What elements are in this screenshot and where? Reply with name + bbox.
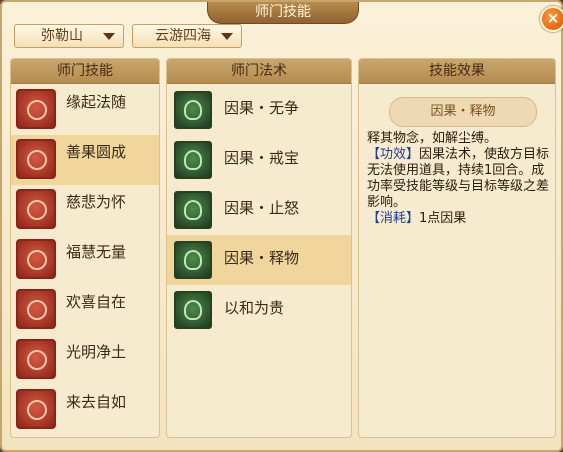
chevron-down-icon (103, 33, 115, 40)
spell-label: 因果・无争 (224, 99, 300, 117)
chevron-down-icon (221, 33, 233, 40)
spell-label: 因果・释物 (224, 249, 300, 267)
spell-item[interactable]: 因果・无争 (167, 85, 351, 135)
mountain-dropdown[interactable]: 弥勒山 (14, 24, 124, 48)
skill-icon (16, 239, 56, 279)
spell-icon (174, 291, 212, 329)
skill-label: 欢喜自在 (66, 293, 127, 311)
skill-item-selected[interactable]: 善果圆成 (11, 135, 159, 185)
spell-icon (174, 191, 212, 229)
spell-item[interactable]: 因果・戒宝 (167, 135, 351, 185)
spell-label: 因果・戒宝 (224, 149, 300, 167)
skill-icon (16, 89, 56, 129)
skill-item[interactable]: 来去自如 (11, 385, 159, 435)
skill-label: 缘起法随 (66, 93, 127, 111)
spell-icon (174, 91, 212, 129)
window-title: 师门技能 (207, 2, 359, 24)
spell-item[interactable]: 以和为贵 (167, 285, 351, 335)
skill-icon (16, 189, 56, 229)
close-button[interactable]: × (540, 6, 563, 32)
skill-icon (16, 389, 56, 429)
skill-item[interactable]: 光明净土 (11, 335, 159, 385)
skill-window: 师门技能 × 弥勒山 云游四海 师门技能 缘起法随 善果圆成 慈悲为怀 福慧无量 (0, 0, 563, 452)
spell-icon (174, 241, 212, 279)
spell-icon (174, 141, 212, 179)
skill-icon (16, 139, 56, 179)
spell-item-selected[interactable]: 因果・释物 (167, 235, 351, 285)
school-spells-header: 师门法术 (167, 59, 351, 84)
effect-function: 【功效】因果法术，使敌方目标无法使用道具，持续1回合。成功率受技能等级与目标等级… (367, 147, 555, 211)
skill-label: 来去自如 (66, 393, 127, 411)
effect-function-tag: 【功效】 (367, 147, 420, 162)
skill-icon (16, 289, 56, 329)
title-bar: 师门技能 × (2, 2, 563, 32)
effect-intro: 释其物念，如解尘缚。 (367, 131, 498, 146)
school-skills-header: 师门技能 (11, 59, 159, 84)
skill-label: 善果圆成 (66, 143, 127, 161)
skill-item[interactable]: 福慧无量 (11, 235, 159, 285)
travel-dropdown[interactable]: 云游四海 (132, 24, 242, 48)
skill-item[interactable]: 欢喜自在 (11, 285, 159, 335)
skill-effect-panel: 技能效果 因果・释物 释其物念，如解尘缚。 【功效】因果法术，使敌方目标无法使用… (358, 58, 556, 438)
school-skills-panel: 师门技能 缘起法随 善果圆成 慈悲为怀 福慧无量 欢喜自在 光明净土 来去自如 (10, 58, 160, 438)
skill-label: 光明净土 (66, 343, 127, 361)
spell-item[interactable]: 因果・止怒 (167, 185, 351, 235)
skill-icon (16, 339, 56, 379)
travel-dropdown-value: 云游四海 (155, 28, 211, 44)
skill-effect-header: 技能效果 (359, 59, 555, 84)
effect-description: 释其物念，如解尘缚。 【功效】因果法术，使敌方目标无法使用道具，持续1回合。成功… (367, 131, 555, 227)
skill-label: 福慧无量 (66, 243, 127, 261)
effect-cost: 【消耗】1点因果 (367, 211, 555, 227)
skill-item[interactable]: 缘起法随 (11, 85, 159, 135)
school-spells-panel: 师门法术 因果・无争 因果・戒宝 因果・止怒 因果・释物 以和为贵 (166, 58, 352, 438)
mountain-dropdown-value: 弥勒山 (41, 28, 83, 44)
skill-item[interactable]: 慈悲为怀 (11, 185, 159, 235)
spell-label: 以和为贵 (224, 299, 285, 317)
skill-label: 慈悲为怀 (66, 193, 127, 211)
spell-label: 因果・止怒 (224, 199, 300, 217)
effect-skill-name: 因果・释物 (389, 97, 537, 127)
effect-cost-tag: 【消耗】 (367, 211, 420, 226)
effect-cost-text: 1点因果 (419, 211, 467, 226)
